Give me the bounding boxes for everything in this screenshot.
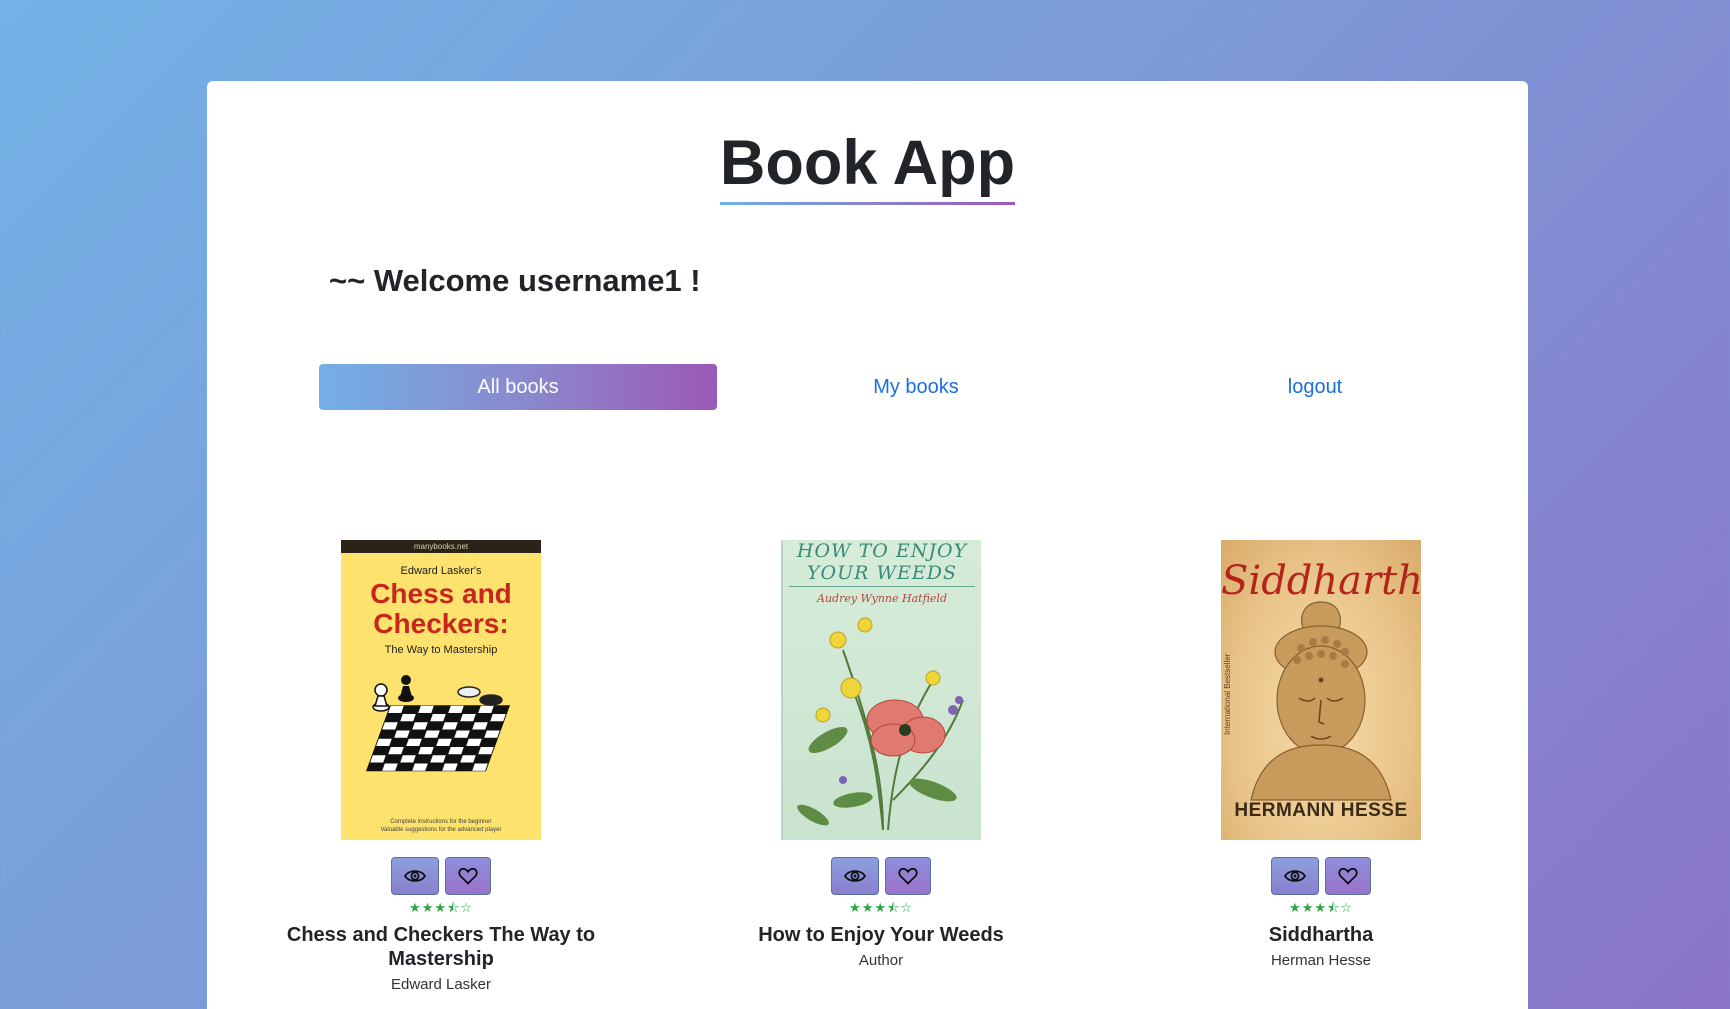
star-icon: ★ <box>1289 900 1302 915</box>
heart-icon <box>458 867 478 885</box>
star-rating: ★★★⯪☆ <box>1121 901 1521 915</box>
star-rating: ★★★⯪☆ <box>681 901 1081 915</box>
book-card: HOW TO ENJOY YOUR WEEDS Audrey Wynne Hat… <box>681 540 1081 969</box>
book-author: Author <box>858 952 904 969</box>
book-author: Edward Lasker <box>390 976 492 993</box>
book-actions <box>681 857 1081 895</box>
favorite-button[interactable] <box>885 857 931 895</box>
cover-footer-line: Valuable suggestions for the advanced pl… <box>380 827 502 833</box>
page-title: Book App <box>719 126 1016 205</box>
chessboard-illustration <box>365 675 511 772</box>
star-half-icon: ⯪ <box>1327 900 1341 915</box>
nav-tabs: All books My books logout <box>319 364 1515 410</box>
book-title: Siddhartha <box>1268 924 1374 946</box>
star-rating: ★★★⯪☆ <box>241 901 641 915</box>
cover-author: HERMANN HESSE <box>1234 800 1408 821</box>
title-wrap: Book App <box>207 126 1528 205</box>
favorite-button[interactable] <box>1325 857 1371 895</box>
book-cover[interactable]: HOW TO ENJOY YOUR WEEDS Audrey Wynne Hat… <box>781 540 981 840</box>
view-button[interactable] <box>391 857 439 895</box>
book-title: Chess and Checkers The Way to Mastership <box>286 924 596 970</box>
eye-icon <box>404 870 426 882</box>
heart-icon <box>1338 867 1358 885</box>
book-actions <box>241 857 641 895</box>
eye-icon <box>1284 870 1306 882</box>
cover-footer-line: Complete instructions for the beginner <box>390 819 492 825</box>
view-button[interactable] <box>1271 857 1319 895</box>
star-icon: ★ <box>434 900 447 915</box>
tab-my-books[interactable]: My books <box>717 364 1115 410</box>
cover-footer: Complete instructions for the beginner V… <box>341 818 541 834</box>
star-empty-icon: ☆ <box>460 900 473 915</box>
star-icon: ★ <box>421 900 435 915</box>
flower-illustration <box>797 617 964 831</box>
star-empty-icon: ☆ <box>900 900 913 915</box>
book-cover[interactable]: manybooks.net Edward Lasker's Chess and … <box>341 540 541 840</box>
book-title: How to Enjoy Your Weeds <box>758 924 1004 946</box>
heart-icon <box>898 867 918 885</box>
book-card: Siddhartha International Bestseller <box>1121 540 1521 969</box>
eye-icon <box>844 870 866 882</box>
book-card: manybooks.net Edward Lasker's Chess and … <box>241 540 641 993</box>
star-icon: ★ <box>849 900 862 915</box>
star-icon: ★ <box>874 900 887 915</box>
main-card: Book App ~~ Welcome username1 ! All book… <box>207 81 1528 1009</box>
star-half-icon: ⯪ <box>447 900 461 915</box>
view-button[interactable] <box>831 857 879 895</box>
book-cover[interactable]: Siddhartha International Bestseller <box>1221 540 1421 840</box>
logout-link[interactable]: logout <box>1116 364 1514 410</box>
star-half-icon: ⯪ <box>887 900 901 915</box>
star-icon: ★ <box>1314 900 1327 915</box>
star-icon: ★ <box>409 900 422 915</box>
buddha-illustration <box>1250 601 1392 801</box>
book-actions <box>1121 857 1521 895</box>
book-author: Herman Hesse <box>1270 952 1372 969</box>
tab-all-books[interactable]: All books <box>319 364 717 410</box>
welcome-message: ~~ Welcome username1 ! <box>329 263 701 298</box>
favorite-button[interactable] <box>445 857 491 895</box>
star-empty-icon: ☆ <box>1340 900 1353 915</box>
star-icon: ★ <box>1301 900 1315 915</box>
star-icon: ★ <box>861 900 875 915</box>
